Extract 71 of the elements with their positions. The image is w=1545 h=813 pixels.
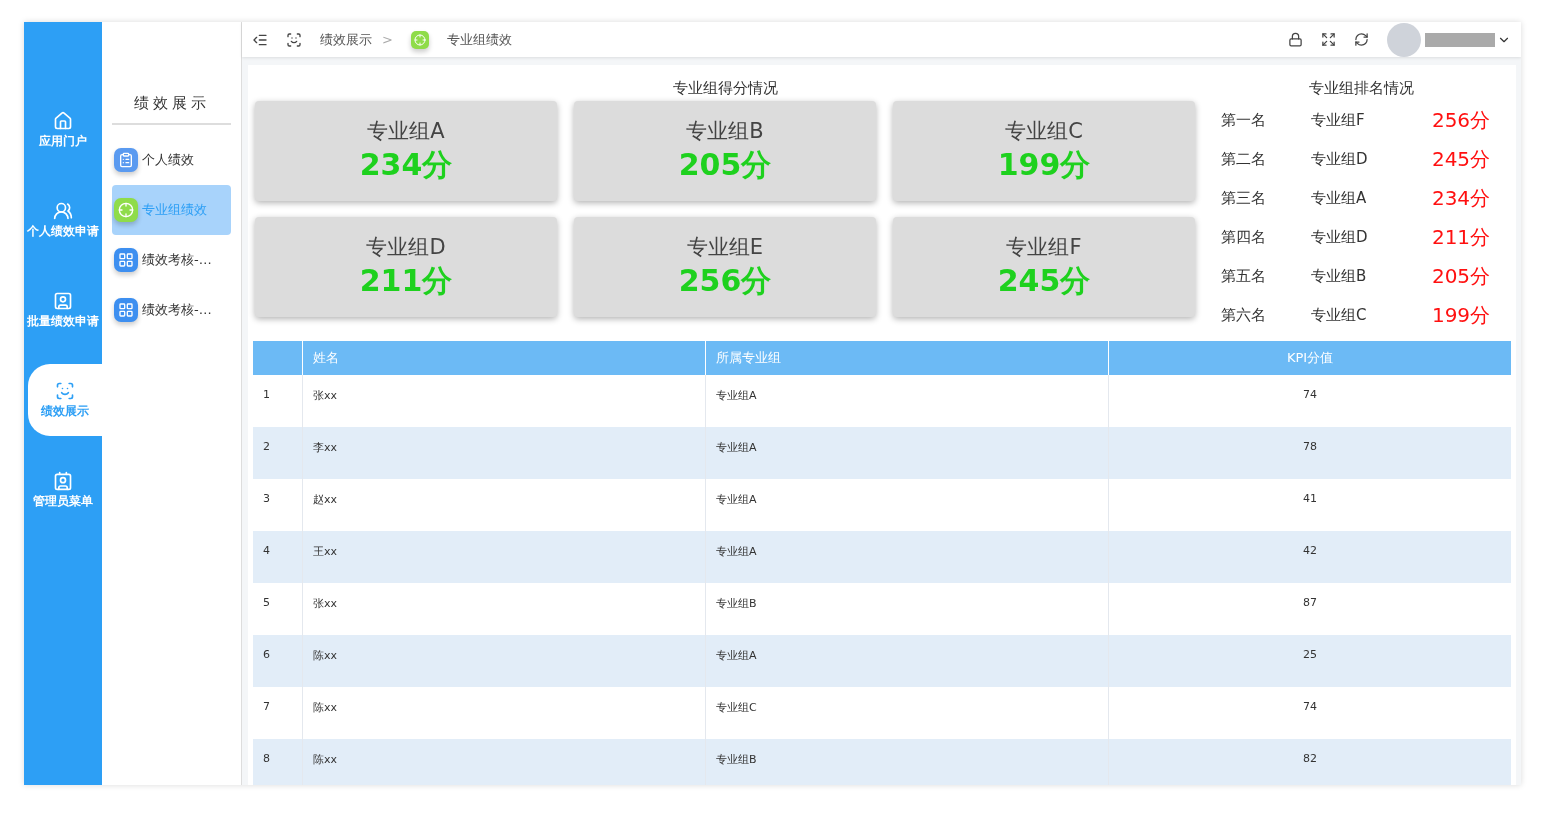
sidebar-item[interactable]: 专业组绩效 <box>112 185 231 235</box>
sidebar-item[interactable]: 个人绩效 <box>112 135 231 185</box>
table-cell-text: 8 <box>262 751 271 767</box>
sidebar-title: 绩效展示 <box>112 94 231 125</box>
rank-label: 第二名 <box>1221 150 1267 169</box>
group-name: 专业组D <box>366 233 446 261</box>
table-cell-text: 3 <box>262 491 271 507</box>
group-score: 211分 <box>1430 224 1492 251</box>
group-score: 245分 <box>1430 146 1492 173</box>
sidebar-item[interactable]: 绩效考核-… <box>112 285 231 335</box>
nav-item[interactable]: 应用门户 <box>24 94 102 166</box>
table-cell-text: 5 <box>262 595 271 611</box>
nav-icon <box>53 470 73 491</box>
group-score: 199分 <box>997 145 1091 184</box>
refresh-icon[interactable] <box>1354 32 1369 47</box>
group-score: 234分 <box>1430 185 1492 212</box>
group-name: 专业组F <box>1006 233 1082 261</box>
nav-icon <box>55 380 75 401</box>
group-name: 专业组A <box>367 117 445 145</box>
rank-label: 第四名 <box>1221 228 1267 247</box>
group-score: 205分 <box>1430 263 1492 290</box>
table-cell-text: 1 <box>262 387 271 403</box>
nav-icon <box>53 290 73 311</box>
nav-item[interactable]: 批量绩效申请 <box>24 274 102 346</box>
menu-item-icon <box>114 198 138 222</box>
group-name: 专业组F <box>1311 111 1366 130</box>
group-name: 专业组E <box>686 233 764 261</box>
menu-item-icon <box>114 248 138 272</box>
rank-label: 第六名 <box>1221 306 1267 325</box>
nav-item[interactable]: 管理员菜单 <box>24 454 102 526</box>
group-name: 专业组B <box>1311 267 1368 286</box>
nav-icon <box>53 200 73 221</box>
rank-label: 第三名 <box>1221 189 1267 208</box>
group-score: 199分 <box>1430 302 1492 329</box>
group-score: 211分 <box>359 261 453 300</box>
menu-item-icon <box>114 298 138 322</box>
menu-item-icon <box>114 148 138 172</box>
nav-item[interactable]: 个人绩效申请 <box>24 184 102 256</box>
table-cell: 陈xx <box>302 739 705 785</box>
blurred-username <box>1425 32 1495 47</box>
group-score: 205分 <box>678 145 772 184</box>
section-title: 专业组得分情况 <box>671 79 779 99</box>
nav-item[interactable]: 绩效展示 <box>28 364 102 436</box>
fullscreen-icon[interactable] <box>1321 32 1336 47</box>
table-cell-text: 4 <box>262 543 271 559</box>
table-cell-text: 6 <box>262 647 271 663</box>
table-cell: 82 <box>1108 739 1511 785</box>
group-score: 256分 <box>1430 107 1492 134</box>
group-name: 专业组D <box>1311 150 1369 169</box>
breadcrumb-item[interactable]: 绩效展示 <box>320 30 372 49</box>
group-name: 专业组A <box>1311 189 1368 208</box>
section-title: 专业组排名情况 <box>1307 79 1415 99</box>
table-cell-text: 2 <box>262 439 271 455</box>
table-cell-text: 7 <box>262 699 271 715</box>
group-name: 专业组D <box>1311 228 1369 247</box>
target-icon <box>410 30 429 49</box>
group-name: 专业组B <box>686 117 764 145</box>
breadcrumb-separator: > <box>382 32 393 47</box>
scan-icon[interactable] <box>286 31 302 48</box>
group-name: 专业组C <box>1005 117 1083 145</box>
nav-icon <box>53 110 73 131</box>
group-name: 专业组C <box>1311 306 1368 325</box>
rank-label: 第一名 <box>1221 111 1267 130</box>
breadcrumb-item: 专业组绩效 <box>446 30 512 49</box>
sidebar-item[interactable]: 绩效考核-… <box>112 235 231 285</box>
group-score: 256分 <box>678 261 772 300</box>
table-cell: 专业组B <box>705 739 1108 785</box>
lock-icon[interactable] <box>1288 32 1303 47</box>
group-score: 234分 <box>359 145 453 184</box>
group-score: 245分 <box>997 261 1091 300</box>
rank-label: 第五名 <box>1221 267 1267 286</box>
